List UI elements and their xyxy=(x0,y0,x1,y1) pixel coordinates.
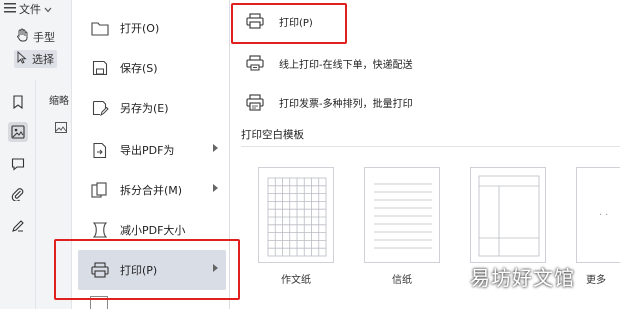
submenu-item-label: 线上打印-在线下单，快递配送 xyxy=(279,59,413,71)
divider xyxy=(241,146,620,147)
menu-item-label: 打开(O) xyxy=(120,22,160,35)
menu-item-label: 保存(S) xyxy=(120,62,158,75)
file-menu-button[interactable]: 文件 xyxy=(4,2,52,16)
menu-item-export-pdf[interactable]: 导出PDF为 xyxy=(78,130,226,170)
select-tool-button[interactable]: 选择 xyxy=(14,50,57,68)
menu-item-label: 导出PDF为 xyxy=(120,144,175,157)
image-icon[interactable] xyxy=(55,122,67,136)
hand-tool-label: 手型 xyxy=(33,30,55,44)
blank-template-heading: 打印空白模板 xyxy=(241,129,304,141)
thumbnail-icon[interactable] xyxy=(8,122,28,142)
submenu-item-invoice-print[interactable]: 打印发票-多种排列，批量打印 xyxy=(245,89,413,115)
submenu-item-label: 打印(P) xyxy=(279,17,313,29)
compress-icon xyxy=(90,220,110,240)
menu-item-label: 打印(P) xyxy=(120,264,158,277)
comment-icon[interactable] xyxy=(8,154,28,174)
menu-item-compress-pdf[interactable]: 减小PDF大小 xyxy=(78,210,226,250)
template-label: 更多 xyxy=(586,275,606,286)
printer-icon xyxy=(90,260,110,280)
hand-icon xyxy=(16,28,29,45)
save-icon xyxy=(90,58,110,78)
submenu-item-online-print[interactable]: 线上打印-在线下单，快递配送 xyxy=(245,50,413,76)
folder-icon xyxy=(90,18,110,38)
signature-icon[interactable] xyxy=(8,216,28,236)
template-essay-paper[interactable] xyxy=(258,167,334,263)
watermark: 易坊好文馆 xyxy=(470,266,575,290)
thumbnail-panel-title: 缩略 xyxy=(49,96,69,107)
menu-item-print[interactable]: 打印(P) xyxy=(78,250,226,290)
template-more[interactable]: ·· xyxy=(576,167,620,263)
menu-item-label: 拆分合并(M) xyxy=(120,184,183,197)
menu-item-open[interactable]: 打开(O) xyxy=(78,8,226,48)
chevron-down-icon xyxy=(44,3,52,16)
hand-tool-button[interactable]: 手型 xyxy=(16,28,55,45)
more-dots-icon: ·· xyxy=(599,210,612,221)
template-letter-paper[interactable] xyxy=(364,167,440,263)
file-menu: 打开(O) 保存(S) 另存为(E) 导出PDF为 拆分合并(M) 减小PDF大… xyxy=(72,0,230,309)
menu-item-label: 另存为(E) xyxy=(120,102,169,115)
template-label: 作文纸 xyxy=(281,275,311,286)
template-label: 信纸 xyxy=(392,275,412,286)
submenu-item-print[interactable]: 打印(P) xyxy=(245,8,313,34)
attachment-icon[interactable] xyxy=(8,184,28,204)
hamburger-icon xyxy=(4,2,16,16)
next-item-icon xyxy=(90,296,108,309)
cursor-icon xyxy=(17,50,28,67)
menu-item-label: 减小PDF大小 xyxy=(120,224,186,237)
menu-item-save-as[interactable]: 另存为(E) xyxy=(78,88,226,128)
menu-item-save[interactable]: 保存(S) xyxy=(78,48,226,88)
template-resume[interactable] xyxy=(470,167,546,263)
left-toolbar: 文件 手型 选择 缩略 xyxy=(0,0,72,309)
submenu-item-label: 打印发票-多种排列，批量打印 xyxy=(279,98,413,110)
side-icon-rail xyxy=(0,80,36,309)
printer-icon xyxy=(245,11,265,31)
online-print-icon xyxy=(245,53,265,73)
save-as-icon xyxy=(90,98,110,118)
file-menu-label: 文件 xyxy=(19,3,41,16)
submenu-arrow-icon xyxy=(213,184,218,192)
menu-item-split-merge[interactable]: 拆分合并(M) xyxy=(78,170,226,210)
export-pdf-icon xyxy=(90,140,110,160)
invoice-print-icon xyxy=(245,92,265,112)
bookmark-icon[interactable] xyxy=(8,92,28,112)
select-tool-label: 选择 xyxy=(32,53,54,66)
submenu-arrow-icon xyxy=(213,144,218,152)
submenu-arrow-icon xyxy=(213,264,218,272)
thumbnail-panel: 缩略 xyxy=(37,80,72,309)
split-merge-icon xyxy=(90,180,110,200)
